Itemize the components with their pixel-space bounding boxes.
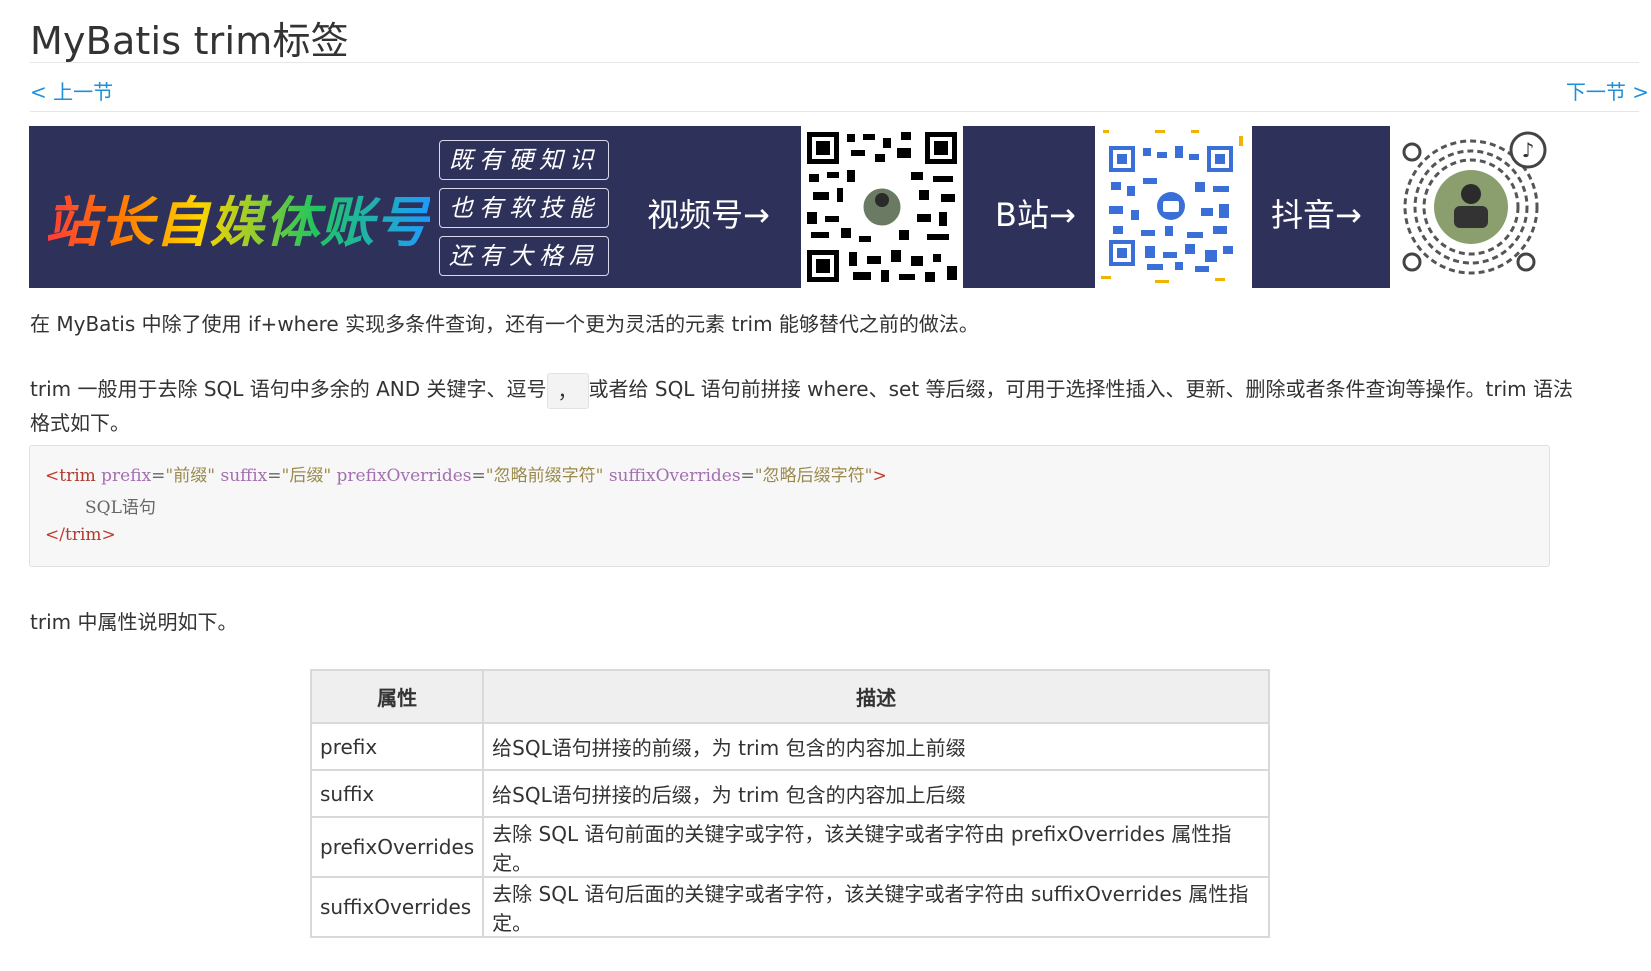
syntax-text: 或者给 SQL 语句前拼接 where、set 等后缀，可用于选择性插入、更新、… <box>588 377 1573 401</box>
douyin-label: 抖音→ <box>1271 196 1362 234</box>
attributes-intro: trim 中属性说明如下。 <box>30 610 238 634</box>
page: MyBatis trim标签 < 上一节 下一节 > 站长自媒体账号 既有硬知识… <box>0 0 1651 971</box>
table-cell-attribute: suffixOverrides <box>309 876 485 938</box>
code-block: <trim prefix="前缀" suffix="后缀" prefixOver… <box>29 445 1550 567</box>
video-channel-label: 视频号→ <box>647 196 770 234</box>
inline-code: ， <box>546 372 589 409</box>
code-attr: suffix <box>220 466 268 486</box>
douyin-qr-code[interactable]: ♪ <box>1392 128 1550 286</box>
table-row: prefix 给SQL语句拼接的前缀，为 trim 包含的内容加上前缀 <box>309 722 1270 771</box>
banner-slogan: 既有硬知识 <box>439 140 609 180</box>
code-tag-name: trim <box>64 525 102 545</box>
table-row: prefixOverrides 去除 SQL 语句前面的关键字或字符，该关键字或… <box>309 816 1270 878</box>
banner-slogans: 既有硬知识 也有软技能 还有大格局 <box>439 140 609 284</box>
code-attr: suffixOverrides <box>608 466 741 486</box>
syntax-text: trim 一般用于去除 SQL 语句中多余的 AND 关键字、逗号 <box>30 377 547 401</box>
code-attr: prefixOverrides <box>336 466 472 486</box>
table-cell-description: 给SQL语句拼接的前缀，为 trim 包含的内容加上前缀 <box>482 722 1270 771</box>
table-header-row: 属性 描述 <box>309 669 1270 724</box>
syntax-paragraph: trim 一般用于去除 SQL 语句中多余的 AND 关键字、逗号，或者给 SQ… <box>30 372 1573 409</box>
code-string: "后缀" <box>281 466 332 486</box>
page-title: MyBatis trim标签 <box>30 19 349 63</box>
bilibili-label: B站→ <box>995 196 1076 234</box>
table-cell-description: 去除 SQL 语句后面的关键字或者字符，该关键字或者字符由 suffixOver… <box>482 876 1270 938</box>
intro-paragraph: 在 MyBatis 中除了使用 if+where 实现多条件查询，还有一个更为灵… <box>30 312 979 336</box>
syntax-paragraph-line2: 格式如下。 <box>30 411 130 435</box>
qr-code-icon <box>1095 126 1252 288</box>
code-string: "忽略后缀字符" <box>754 466 873 486</box>
qr-code-icon <box>801 126 963 288</box>
code-attr: prefix <box>101 466 152 486</box>
table-cell-description: 去除 SQL 语句前面的关键字或字符，该关键字或者字符由 prefixOverr… <box>482 816 1270 878</box>
attributes-table: 属性 描述 prefix 给SQL语句拼接的前缀，为 trim 包含的内容加上前… <box>309 669 1270 938</box>
self-media-banner[interactable]: 站长自媒体账号 既有硬知识 也有软技能 还有大格局 视频号→ B站→ 抖音→ <box>29 126 1390 288</box>
banner-edge <box>1389 126 1390 288</box>
table-cell-attribute: prefixOverrides <box>309 816 485 878</box>
table-row: suffix 给SQL语句拼接的后缀，为 trim 包含的内容加上后缀 <box>309 769 1270 818</box>
divider <box>30 111 1639 112</box>
video-channel-qr-code[interactable] <box>801 126 963 288</box>
divider <box>30 62 1639 63</box>
table-cell-description: 给SQL语句拼接的后缀，为 trim 包含的内容加上后缀 <box>482 769 1270 818</box>
code-line-close: </trim> <box>45 525 116 545</box>
table-header-description: 描述 <box>482 669 1270 724</box>
prev-section-link[interactable]: < 上一节 <box>30 76 113 105</box>
table-cell-attribute: prefix <box>309 722 485 771</box>
banner-slogan: 还有大格局 <box>439 236 609 276</box>
code-line-open: <trim prefix="前缀" suffix="后缀" prefixOver… <box>45 466 887 486</box>
code-tag-name: trim <box>59 466 96 486</box>
banner-slogan: 也有软技能 <box>439 188 609 228</box>
table-header-attribute: 属性 <box>309 669 485 724</box>
table-row: suffixOverrides 去除 SQL 语句后面的关键字或者字符，该关键字… <box>309 876 1270 938</box>
banner-brand-text: 站长自媒体账号 <box>45 178 430 257</box>
code-string: "前缀" <box>165 466 216 486</box>
svg-text:♪: ♪ <box>1522 138 1535 162</box>
code-line-body: SQL语句 <box>85 498 156 518</box>
qr-code-icon: ♪ <box>1392 128 1550 286</box>
bilibili-qr-code[interactable] <box>1095 126 1252 288</box>
code-string: "忽略前缀字符" <box>485 466 604 486</box>
table-cell-attribute: suffix <box>309 769 485 818</box>
next-section-link[interactable]: 下一节 > <box>1566 76 1649 105</box>
